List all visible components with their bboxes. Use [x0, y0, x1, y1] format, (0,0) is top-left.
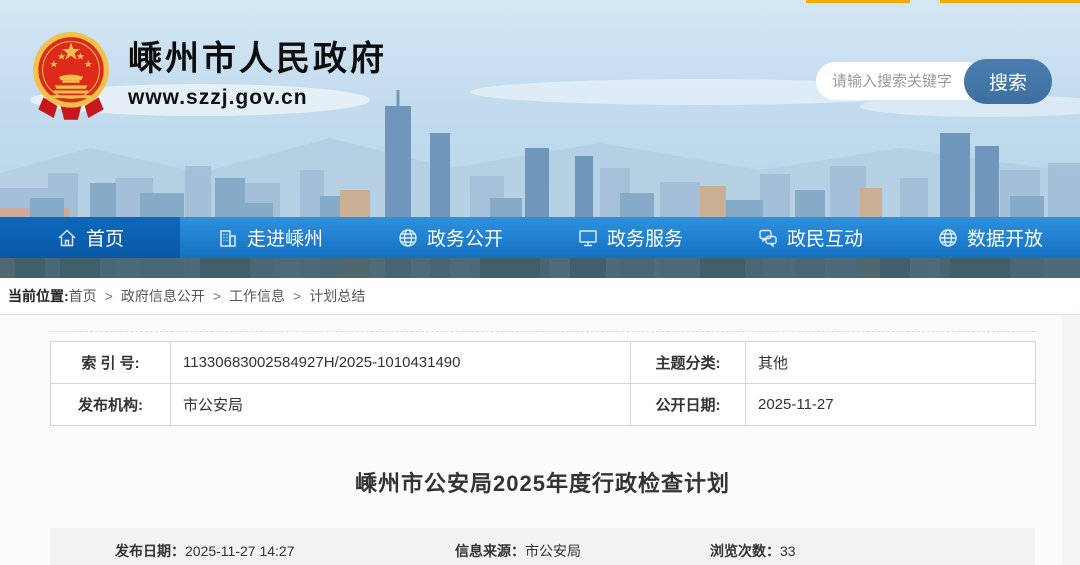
- meta-view-count: 浏览次数：33: [710, 541, 796, 561]
- topic-category-label: 主题分类:: [631, 342, 746, 384]
- info-table: 索 引 号: 11330683002584927H/2025-101043149…: [50, 341, 1036, 426]
- top-accent-bar: [940, 0, 1080, 3]
- breadcrumb: 当前位置: 首页 > 政府信息公开 > 工作信息 > 计划总结: [0, 278, 1080, 315]
- monitor-icon: [577, 227, 599, 249]
- search-input[interactable]: [816, 62, 984, 100]
- breadcrumb-link-plans[interactable]: 计划总结: [309, 286, 365, 306]
- nav-item-gov-info[interactable]: 政务公开: [360, 217, 540, 258]
- home-icon: [56, 227, 78, 249]
- chat-bubbles-icon: [757, 227, 779, 249]
- nav-item-home[interactable]: 首页: [0, 217, 180, 258]
- breadcrumb-link-gov-info[interactable]: 政府信息公开: [121, 286, 205, 306]
- breadcrumb-separator: >: [105, 288, 113, 304]
- publish-date-value: 2025-11-27: [746, 384, 1036, 426]
- national-emblem-icon: [28, 28, 114, 122]
- nav-item-about[interactable]: 走进嵊州: [180, 217, 360, 258]
- breadcrumb-prefix: 当前位置:: [8, 286, 69, 306]
- site-search: 搜索: [816, 58, 1052, 104]
- nav-item-label: 数据开放: [967, 224, 1043, 251]
- issuing-agency-label: 发布机构:: [51, 384, 171, 426]
- topic-category-value: 其他: [746, 342, 1036, 384]
- table-row: 发布机构: 市公安局 公开日期: 2025-11-27: [51, 384, 1036, 426]
- dashed-divider: [50, 331, 1035, 332]
- breadcrumb-link-home[interactable]: 首页: [69, 286, 97, 306]
- nav-item-open-data[interactable]: 数据开放: [900, 217, 1080, 258]
- page-right-gutter: [1062, 315, 1080, 565]
- nav-item-label: 走进嵊州: [247, 224, 323, 251]
- meta-publish-date: 发布日期：2025-11-27 14:27: [115, 541, 455, 561]
- site-brand: 嵊州市人民政府 www.szzj.gov.cn: [28, 28, 387, 122]
- nav-item-label: 政务服务: [607, 224, 683, 251]
- index-number-label: 索 引 号:: [51, 342, 171, 384]
- main-content: 索 引 号: 11330683002584927H/2025-101043149…: [0, 315, 1080, 565]
- search-button[interactable]: 搜索: [964, 59, 1052, 104]
- publish-date-label: 公开日期:: [631, 384, 746, 426]
- index-number-value: 11330683002584927H/2025-1010431490: [171, 342, 631, 384]
- nav-item-gov-service[interactable]: 政务服务: [540, 217, 720, 258]
- breadcrumb-link-work-info[interactable]: 工作信息: [229, 286, 285, 306]
- breadcrumb-separator: >: [213, 288, 221, 304]
- article-title: 嵊州市公安局2025年度行政检查计划: [50, 466, 1035, 498]
- top-accent-bar: [806, 0, 910, 3]
- breadcrumb-separator: >: [293, 288, 301, 304]
- nav-item-label: 政民互动: [787, 224, 863, 251]
- table-row: 索 引 号: 11330683002584927H/2025-101043149…: [51, 342, 1036, 384]
- site-title: 嵊州市人民政府: [128, 40, 387, 79]
- nav-item-label: 政务公开: [427, 224, 503, 251]
- globe-icon: [397, 227, 419, 249]
- nav-item-label: 首页: [86, 224, 124, 251]
- issuing-agency-value: 市公安局: [171, 384, 631, 426]
- nav-item-interaction[interactable]: 政民互动: [720, 217, 900, 258]
- site-header: 嵊州市人民政府 www.szzj.gov.cn 搜索 首页 走进嵊州: [0, 0, 1080, 278]
- site-url: www.szzj.gov.cn: [128, 86, 387, 110]
- building-icon: [217, 227, 239, 249]
- meta-source: 信息来源：市公安局: [455, 541, 710, 561]
- globe-icon: [937, 227, 959, 249]
- article-meta-bar: 发布日期：2025-11-27 14:27 信息来源：市公安局 浏览次数：33: [50, 528, 1035, 565]
- main-nav: 首页 走进嵊州 政务公开: [0, 217, 1080, 258]
